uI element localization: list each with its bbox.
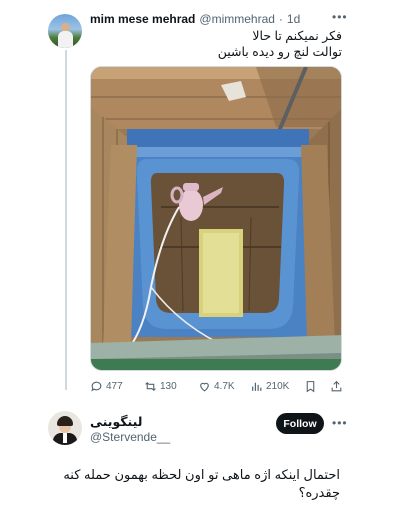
- reply-count: 477: [106, 381, 123, 392]
- reply-text: احتمال اینکه اژه ماهی تو اون لحظه بهمون …: [48, 466, 340, 502]
- tweet-text-line: فکر نمیکنم تا حالا: [252, 29, 342, 43]
- avatar-shirt: [63, 433, 67, 443]
- analytics-icon: [252, 382, 262, 391]
- separator-dot: ·: [278, 12, 283, 26]
- bookmark-action[interactable]: [304, 380, 317, 393]
- retweet-action[interactable]: 130: [144, 380, 177, 393]
- share-action[interactable]: [330, 380, 343, 393]
- reply-text-line: چقدره؟: [298, 485, 340, 500]
- reply-author-handle[interactable]: @Stervende__: [90, 430, 170, 444]
- author-name[interactable]: mim mese mehrad: [90, 12, 195, 26]
- more-dots-icon[interactable]: •••: [332, 416, 348, 430]
- more-dots-icon[interactable]: •••: [332, 10, 348, 24]
- author-handle[interactable]: @mimmehrad: [199, 12, 275, 26]
- reply-author-name[interactable]: لینگوینی: [90, 414, 160, 429]
- reply-author-avatar[interactable]: [48, 411, 82, 445]
- follow-button[interactable]: Follow: [276, 413, 324, 434]
- reply-action[interactable]: 477: [90, 380, 123, 393]
- comment-icon: [91, 381, 102, 392]
- tweet-media-image[interactable]: [90, 66, 342, 371]
- like-count: 4.7K: [214, 381, 235, 392]
- tweet-text-line: توالت لنچ رو دیده باشین: [217, 45, 342, 59]
- retweet-icon: [145, 381, 156, 392]
- author-avatar[interactable]: [48, 14, 82, 48]
- tweet-actions-bar: 477 130 4.7K 210K: [90, 380, 348, 396]
- retweet-count: 130: [160, 381, 177, 392]
- boat-toilet-photo: [91, 67, 341, 370]
- view-count: 210K: [266, 381, 290, 392]
- bookmark-icon: [306, 381, 315, 393]
- avatar-hair: [57, 416, 73, 426]
- thread-connector-line: [65, 50, 67, 390]
- like-action[interactable]: 4.7K: [198, 380, 235, 393]
- avatar-body: [58, 31, 73, 48]
- share-icon: [331, 380, 342, 392]
- reply-text-line: احتمال اینکه اژه ماهی تو اون لحظه بهمون …: [63, 467, 340, 482]
- tweet-header: mim mese mehrad @mimmehrad · 1d: [90, 12, 300, 26]
- views-action[interactable]: 210K: [250, 380, 289, 393]
- tweet-text: فکر نمیکنم تا حالا توالت لنچ رو دیده باش…: [92, 28, 342, 60]
- heart-icon: [200, 382, 209, 392]
- tweet-timestamp[interactable]: 1d: [287, 12, 300, 26]
